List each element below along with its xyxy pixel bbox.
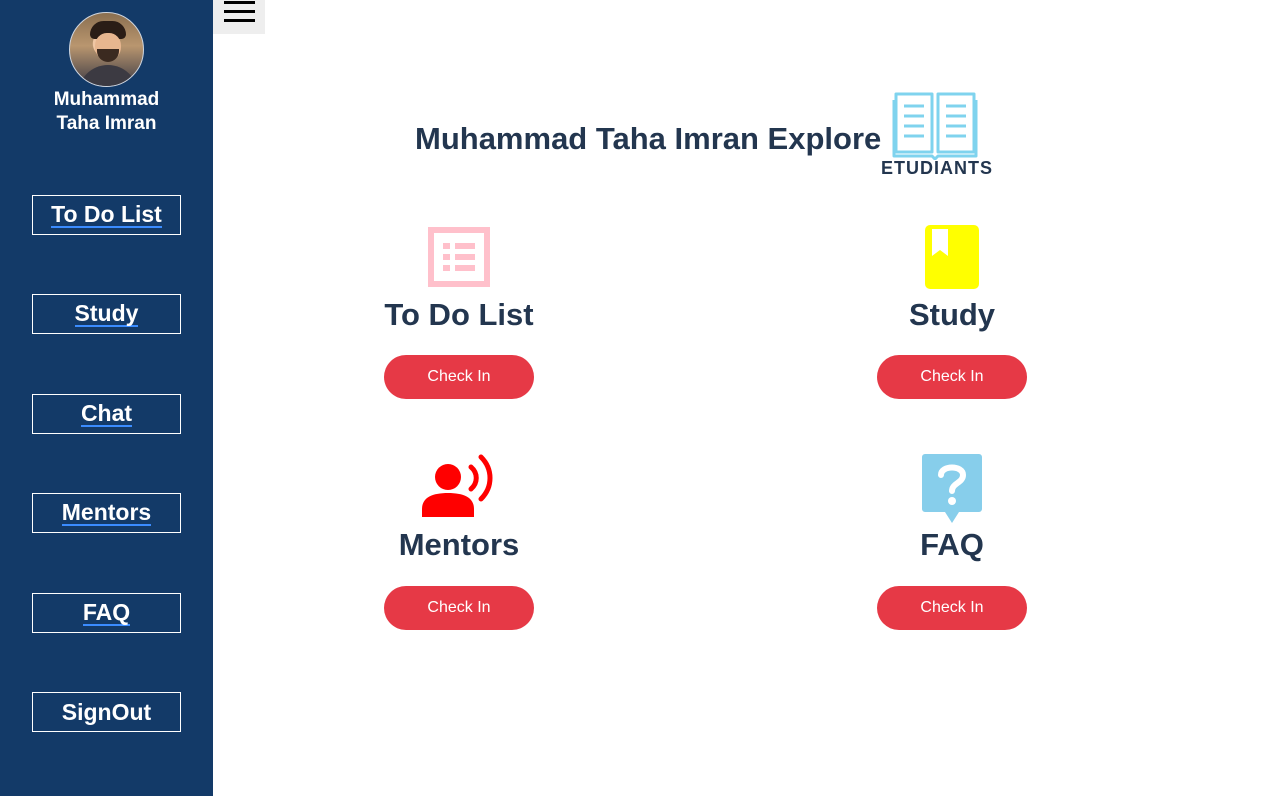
card-title-to-do-list: To Do List bbox=[384, 297, 534, 332]
sidebar-item-mentors[interactable]: Mentors bbox=[32, 493, 181, 533]
sidebar-item-to-do-list[interactable]: To Do List bbox=[32, 195, 181, 235]
user-name: Muhammad Taha Imran bbox=[0, 88, 213, 136]
sidebar-item-label: To Do List bbox=[51, 201, 162, 228]
sidebar-item-chat[interactable]: Chat bbox=[32, 394, 181, 434]
sidebar-item-faq[interactable]: FAQ bbox=[32, 593, 181, 633]
mentors-check-in-button[interactable]: Check In bbox=[384, 586, 534, 630]
sidebar-item-label: Mentors bbox=[61, 499, 152, 526]
avatar bbox=[69, 12, 144, 87]
user-name-line2: Taha Imran bbox=[56, 113, 157, 134]
speaking-person-icon bbox=[422, 454, 493, 517]
sidebar: Muhammad Taha Imran To Do List Study Cha… bbox=[0, 0, 213, 796]
to-do-list-check-in-button[interactable]: Check In bbox=[384, 355, 534, 399]
hamburger-bar bbox=[224, 1, 255, 4]
sidebar-item-label: Chat bbox=[80, 400, 133, 427]
book-icon bbox=[925, 225, 979, 289]
question-bubble-icon bbox=[922, 454, 982, 523]
sidebar-item-label: FAQ bbox=[82, 599, 131, 626]
etudiants-logo: ETUDIANTS bbox=[876, 90, 998, 180]
page-title: Muhammad Taha Imran Explore bbox=[415, 121, 882, 156]
card-title-study: Study bbox=[908, 297, 996, 332]
study-check-in-button[interactable]: Check In bbox=[877, 355, 1027, 399]
card-title-faq: FAQ bbox=[920, 527, 984, 562]
user-name-line1: Muhammad bbox=[53, 89, 160, 110]
sidebar-item-label: SignOut bbox=[61, 699, 152, 725]
open-book-icon bbox=[892, 92, 978, 161]
sidebar-item-label: Study bbox=[74, 300, 139, 327]
hamburger-bar bbox=[224, 19, 255, 22]
card-title-mentors: Mentors bbox=[398, 527, 520, 562]
sidebar-item-study[interactable]: Study bbox=[32, 294, 181, 334]
sidebar-item-signout[interactable]: SignOut bbox=[32, 692, 181, 732]
list-icon bbox=[428, 227, 490, 287]
menu-toggle-button[interactable] bbox=[213, 0, 265, 34]
logo-text: ETUDIANTS bbox=[881, 158, 993, 178]
hamburger-bar bbox=[224, 10, 255, 13]
faq-check-in-button[interactable]: Check In bbox=[877, 586, 1027, 630]
